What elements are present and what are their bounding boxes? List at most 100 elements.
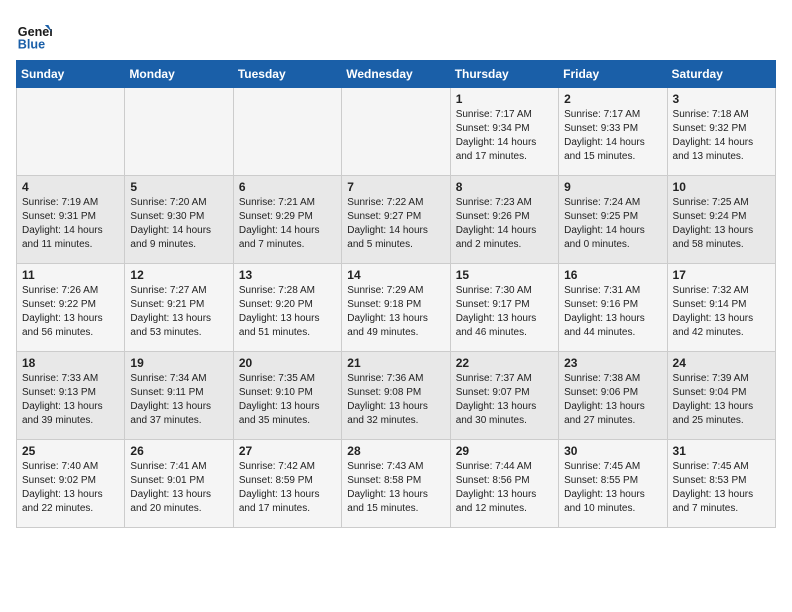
day-info: Sunrise: 7:43 AM Sunset: 8:58 PM Dayligh… (347, 460, 444, 516)
day-cell: 18Sunrise: 7:33 AM Sunset: 9:13 PM Dayli… (17, 352, 125, 440)
day-number: 1 (456, 92, 553, 106)
day-number: 2 (564, 92, 661, 106)
day-cell: 6Sunrise: 7:21 AM Sunset: 9:29 PM Daylig… (233, 176, 341, 264)
week-row-1: 1 Sunrise: 7:17 AM Sunset: 9:34 PM Daylig… (17, 88, 776, 176)
day-number: 20 (239, 356, 336, 370)
day-info: Sunrise: 7:38 AM Sunset: 9:06 PM Dayligh… (564, 372, 661, 428)
header-saturday: Saturday (667, 61, 775, 88)
day-info: Sunrise: 7:34 AM Sunset: 9:11 PM Dayligh… (130, 372, 227, 428)
svg-text:Blue: Blue (18, 37, 45, 51)
day-cell: 2 Sunrise: 7:17 AM Sunset: 9:33 PM Daylig… (559, 88, 667, 176)
logo: General Blue (16, 16, 52, 52)
day-cell: 21 Sunrise: 7:36 AM Sunset: 9:08 PM Dayli… (342, 352, 450, 440)
day-cell: 10 Sunrise: 7:25 AM Sunset: 9:24 PM Dayli… (667, 176, 775, 264)
day-number: 21 (347, 356, 444, 370)
day-cell: 4Sunrise: 7:19 AM Sunset: 9:31 PM Daylig… (17, 176, 125, 264)
day-number: 24 (673, 356, 770, 370)
day-number: 17 (673, 268, 770, 282)
day-info: Sunrise: 7:17 AM Sunset: 9:34 PM Dayligh… (456, 108, 553, 164)
day-number: 19 (130, 356, 227, 370)
day-number: 8 (456, 180, 553, 194)
day-cell: 8 Sunrise: 7:23 AM Sunset: 9:26 PM Daylig… (450, 176, 558, 264)
day-info: Sunrise: 7:27 AM Sunset: 9:21 PM Dayligh… (130, 284, 227, 340)
day-info: Sunrise: 7:35 AM Sunset: 9:10 PM Dayligh… (239, 372, 336, 428)
day-cell: 7 Sunrise: 7:22 AM Sunset: 9:27 PM Daylig… (342, 176, 450, 264)
day-number: 31 (673, 444, 770, 458)
day-cell: 15 Sunrise: 7:30 AM Sunset: 9:17 PM Dayli… (450, 264, 558, 352)
day-info: Sunrise: 7:45 AM Sunset: 8:53 PM Dayligh… (673, 460, 770, 516)
day-number: 28 (347, 444, 444, 458)
day-number: 5 (130, 180, 227, 194)
logo-icon: General Blue (16, 16, 52, 52)
header-wednesday: Wednesday (342, 61, 450, 88)
day-cell: 30 Sunrise: 7:45 AM Sunset: 8:55 PM Dayli… (559, 440, 667, 528)
day-info: Sunrise: 7:42 AM Sunset: 8:59 PM Dayligh… (239, 460, 336, 516)
day-cell (342, 88, 450, 176)
day-info: Sunrise: 7:20 AM Sunset: 9:30 PM Dayligh… (130, 196, 227, 252)
day-number: 3 (673, 92, 770, 106)
day-cell: 17 Sunrise: 7:32 AM Sunset: 9:14 PM Dayli… (667, 264, 775, 352)
week-row-2: 4Sunrise: 7:19 AM Sunset: 9:31 PM Daylig… (17, 176, 776, 264)
day-info: Sunrise: 7:41 AM Sunset: 9:01 PM Dayligh… (130, 460, 227, 516)
day-cell: 16 Sunrise: 7:31 AM Sunset: 9:16 PM Dayli… (559, 264, 667, 352)
day-info: Sunrise: 7:23 AM Sunset: 9:26 PM Dayligh… (456, 196, 553, 252)
week-row-4: 18Sunrise: 7:33 AM Sunset: 9:13 PM Dayli… (17, 352, 776, 440)
week-row-5: 25 Sunrise: 7:40 AM Sunset: 9:02 PM Dayli… (17, 440, 776, 528)
day-cell (233, 88, 341, 176)
day-number: 27 (239, 444, 336, 458)
day-info: Sunrise: 7:17 AM Sunset: 9:33 PM Dayligh… (564, 108, 661, 164)
day-info: Sunrise: 7:22 AM Sunset: 9:27 PM Dayligh… (347, 196, 444, 252)
day-cell: 13Sunrise: 7:28 AM Sunset: 9:20 PM Dayli… (233, 264, 341, 352)
day-cell: 25 Sunrise: 7:40 AM Sunset: 9:02 PM Dayli… (17, 440, 125, 528)
day-info: Sunrise: 7:25 AM Sunset: 9:24 PM Dayligh… (673, 196, 770, 252)
day-info: Sunrise: 7:31 AM Sunset: 9:16 PM Dayligh… (564, 284, 661, 340)
header: General Blue (16, 16, 776, 52)
header-friday: Friday (559, 61, 667, 88)
day-info: Sunrise: 7:37 AM Sunset: 9:07 PM Dayligh… (456, 372, 553, 428)
day-cell: 22Sunrise: 7:37 AM Sunset: 9:07 PM Dayli… (450, 352, 558, 440)
day-number: 23 (564, 356, 661, 370)
day-number: 9 (564, 180, 661, 194)
day-cell: 26 Sunrise: 7:41 AM Sunset: 9:01 PM Dayli… (125, 440, 233, 528)
day-number: 12 (130, 268, 227, 282)
day-number: 25 (22, 444, 119, 458)
day-info: Sunrise: 7:45 AM Sunset: 8:55 PM Dayligh… (564, 460, 661, 516)
header-sunday: Sunday (17, 61, 125, 88)
calendar-header-row: SundayMondayTuesdayWednesdayThursdayFrid… (17, 61, 776, 88)
day-cell: 27 Sunrise: 7:42 AM Sunset: 8:59 PM Dayli… (233, 440, 341, 528)
day-cell: 1 Sunrise: 7:17 AM Sunset: 9:34 PM Daylig… (450, 88, 558, 176)
header-tuesday: Tuesday (233, 61, 341, 88)
day-cell (125, 88, 233, 176)
day-info: Sunrise: 7:24 AM Sunset: 9:25 PM Dayligh… (564, 196, 661, 252)
day-number: 14 (347, 268, 444, 282)
day-number: 16 (564, 268, 661, 282)
day-cell: 24 Sunrise: 7:39 AM Sunset: 9:04 PM Dayli… (667, 352, 775, 440)
day-number: 30 (564, 444, 661, 458)
day-info: Sunrise: 7:39 AM Sunset: 9:04 PM Dayligh… (673, 372, 770, 428)
day-info: Sunrise: 7:29 AM Sunset: 9:18 PM Dayligh… (347, 284, 444, 340)
day-cell: 23 Sunrise: 7:38 AM Sunset: 9:06 PM Dayli… (559, 352, 667, 440)
day-number: 7 (347, 180, 444, 194)
day-number: 13 (239, 268, 336, 282)
header-monday: Monday (125, 61, 233, 88)
header-thursday: Thursday (450, 61, 558, 88)
day-cell: 20 Sunrise: 7:35 AM Sunset: 9:10 PM Dayli… (233, 352, 341, 440)
day-info: Sunrise: 7:33 AM Sunset: 9:13 PM Dayligh… (22, 372, 119, 428)
day-info: Sunrise: 7:36 AM Sunset: 9:08 PM Dayligh… (347, 372, 444, 428)
day-cell: 12 Sunrise: 7:27 AM Sunset: 9:21 PM Dayli… (125, 264, 233, 352)
day-cell: 14 Sunrise: 7:29 AM Sunset: 9:18 PM Dayli… (342, 264, 450, 352)
day-number: 26 (130, 444, 227, 458)
day-info: Sunrise: 7:32 AM Sunset: 9:14 PM Dayligh… (673, 284, 770, 340)
day-number: 10 (673, 180, 770, 194)
day-cell: 9 Sunrise: 7:24 AM Sunset: 9:25 PM Daylig… (559, 176, 667, 264)
day-number: 15 (456, 268, 553, 282)
day-info: Sunrise: 7:19 AM Sunset: 9:31 PM Dayligh… (22, 196, 119, 252)
day-info: Sunrise: 7:18 AM Sunset: 9:32 PM Dayligh… (673, 108, 770, 164)
day-cell: 19 Sunrise: 7:34 AM Sunset: 9:11 PM Dayli… (125, 352, 233, 440)
day-info: Sunrise: 7:30 AM Sunset: 9:17 PM Dayligh… (456, 284, 553, 340)
day-cell: 5 Sunrise: 7:20 AM Sunset: 9:30 PM Daylig… (125, 176, 233, 264)
day-info: Sunrise: 7:44 AM Sunset: 8:56 PM Dayligh… (456, 460, 553, 516)
day-info: Sunrise: 7:40 AM Sunset: 9:02 PM Dayligh… (22, 460, 119, 516)
day-number: 6 (239, 180, 336, 194)
day-cell: 11Sunrise: 7:26 AM Sunset: 9:22 PM Dayli… (17, 264, 125, 352)
